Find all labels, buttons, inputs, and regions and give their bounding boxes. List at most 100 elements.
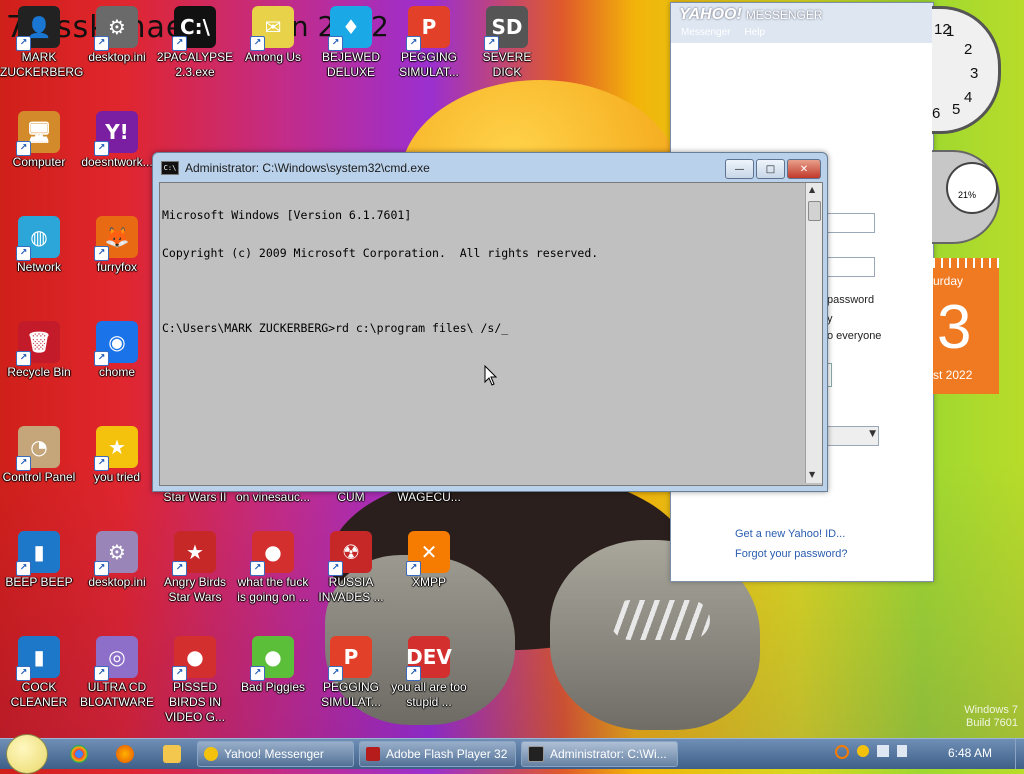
desktop-icon-label: XMPP [411, 575, 446, 589]
system-tray [835, 745, 907, 759]
yahoo-menu-help[interactable]: Help [744, 27, 765, 43]
desktop-icon[interactable]: 🗑 ↗ Recycle Bin [0, 321, 78, 380]
yahoo-menu-messenger[interactable]: Messenger [681, 27, 730, 43]
cpu-dial [946, 162, 998, 214]
shortcut-arrow-icon: ↗ [328, 36, 343, 51]
yahoo-invisible-text: o everyone [827, 330, 882, 342]
network-icon[interactable] [877, 745, 889, 757]
desktop-icon-image: ✕ ↗ [406, 531, 450, 576]
desktop-icon-image: ● ↗ [250, 531, 294, 576]
scroll-up-icon[interactable]: ▲ [809, 185, 815, 194]
desktop-icon[interactable]: ● ↗ PISSED BIRDS IN VIDEO G... [156, 636, 234, 725]
desktop-icon[interactable]: P ↗ PEGGING SIMULAT... [390, 6, 468, 80]
flash-icon [366, 747, 380, 761]
desktop-icon-label: SEVERE DICK [482, 50, 532, 79]
desktop-icon[interactable]: 👤 ↗ MARK ZUCKERBERG [0, 6, 83, 80]
start-button[interactable] [6, 734, 48, 774]
desktop-icon[interactable]: WAGECU... [390, 490, 468, 505]
scroll-down-icon[interactable]: ▼ [809, 470, 815, 479]
desktop-icon[interactable]: C:\ ↗ 2PACALYPSE 2.3.exe [156, 6, 234, 80]
search-icon[interactable] [835, 745, 849, 759]
desktop-icon-label: Network [16, 260, 61, 274]
yahoo-status-dropdown[interactable]: ▼ [827, 426, 879, 446]
desktop-icon[interactable]: ● ↗ what the fuck is going on ... [234, 531, 312, 605]
cmd-output[interactable]: Microsoft Windows [Version 6.1.7601] Cop… [162, 184, 598, 359]
shortcut-arrow-icon: ↗ [250, 666, 265, 681]
desktop-icon-label: COCK CLEANER [10, 680, 68, 709]
desktop-icon[interactable]: ▮ ↗ COCK CLEANER [0, 636, 78, 710]
taskbar-yahoo-button[interactable]: Yahoo! Messenger [197, 741, 354, 767]
yahoo-title-bar[interactable]: YAHOO! MESSENGER [671, 3, 933, 27]
shortcut-arrow-icon: ↗ [250, 561, 265, 576]
desktop-icon[interactable]: Star Wars II [156, 490, 234, 505]
yahoo-new-id-link[interactable]: Get a new Yahoo! ID... [735, 528, 845, 540]
desktop-icon[interactable]: CUM [312, 490, 390, 505]
desktop-icon[interactable]: P ↗ PEGGING SIMULAT... [312, 636, 390, 710]
calendar-gadget[interactable]: urday 3 st 2022 [933, 258, 999, 394]
folder-icon[interactable] [163, 745, 181, 763]
calendar-month: st 2022 [933, 368, 973, 382]
desktop-icon-image: ⚙ ↗ [94, 6, 138, 51]
desktop-icon-label: BEJEWED DELUXE [321, 50, 380, 79]
shortcut-arrow-icon: ↗ [16, 561, 31, 576]
minimize-button[interactable]: — [725, 159, 754, 179]
desktop-icon[interactable]: ⚙ ↗ desktop.ini [78, 6, 156, 65]
taskbar-cmd-button[interactable]: Administrator: C:\Wi... [521, 741, 678, 767]
desktop-icon[interactable]: ● ↗ Bad Piggies [234, 636, 312, 695]
desktop-icon[interactable]: SD ↗ SEVERE DICK [468, 6, 546, 80]
cmd-window[interactable]: C:\ Administrator: C:\Windows\system32\c… [152, 152, 828, 492]
mouse-cursor-icon [484, 365, 498, 386]
cpu-percent: 21% [958, 190, 977, 200]
desktop-icon[interactable]: 🖥 ↗ Computer [0, 111, 78, 170]
watermark-line: Build 7601 [966, 717, 1018, 729]
desktop-icon[interactable]: on vinesauc... [234, 490, 312, 505]
desktop-icon[interactable]: ◉ ↗ chome [78, 321, 156, 380]
desktop-icon[interactable]: ◎ ↗ ULTRA CD BLOATWARE [78, 636, 156, 710]
desktop-icon[interactable]: ☢ ↗ RUSSIA INVADES ... [312, 531, 390, 605]
desktop-icon[interactable]: ◍ ↗ Network [0, 216, 78, 275]
desktop-icon[interactable]: ✕ ↗ XMPP [390, 531, 468, 590]
cmd-console[interactable]: Microsoft Windows [Version 6.1.7601] Cop… [159, 182, 823, 486]
shortcut-arrow-icon: ↗ [328, 666, 343, 681]
desktop-icon[interactable]: 🦊 ↗ furryfox [78, 216, 156, 275]
clock-number: 3 [970, 65, 979, 82]
shortcut-arrow-icon: ↗ [16, 141, 31, 156]
desktop-icon[interactable]: ★ ↗ you tried [78, 426, 156, 485]
desktop-icon[interactable]: ▮ ↗ BEEP BEEP [0, 531, 78, 590]
taskbar-button-label: Yahoo! Messenger [224, 747, 324, 761]
chrome-icon[interactable] [70, 745, 88, 763]
desktop-icon-image: ● ↗ [172, 636, 216, 681]
taskbar-clock[interactable]: 6:48 AM [948, 746, 992, 760]
desktop-icon[interactable]: DEV ↗ you all are too stupid ... [390, 636, 468, 710]
yahoo-password-field[interactable] [825, 257, 875, 277]
cmd-scrollbar[interactable]: ▲ ▼ [805, 183, 822, 483]
messenger-tray-icon[interactable] [857, 745, 869, 757]
cmd-line: Copyright (c) 2009 Microsoft Corporation… [162, 245, 599, 260]
shortcut-arrow-icon: ↗ [172, 36, 187, 51]
maximize-button[interactable]: □ [756, 159, 785, 179]
taskbar-flash-button[interactable]: Adobe Flash Player 32 [359, 741, 516, 767]
desktop-icon[interactable]: ★ ↗ Angry Birds Star Wars [156, 531, 234, 605]
yahoo-brand: YAHOO! [679, 6, 742, 23]
desktop-icon-label: on vinesauc... [235, 490, 311, 504]
volume-icon[interactable] [897, 745, 907, 757]
scrollbar-thumb[interactable] [808, 201, 821, 221]
yahoo-id-field[interactable] [825, 213, 875, 233]
desktop-icon[interactable]: ♦ ↗ BEJEWED DELUXE [312, 6, 390, 80]
cmd-icon [528, 746, 544, 762]
desktop-icon[interactable]: ◔ ↗ Control Panel [0, 426, 78, 485]
desktop-icon-image: 🗑 ↗ [16, 321, 60, 366]
clock-number: 4 [964, 89, 973, 106]
desktop-icon-image: ☢ ↗ [328, 531, 372, 576]
close-button[interactable]: ✕ [787, 159, 821, 179]
desktop-icon[interactable]: ⚙ ↗ desktop.ini [78, 531, 156, 590]
show-desktop-button[interactable] [1015, 739, 1024, 769]
desktop-icon-label: CUM [337, 490, 365, 504]
shortcut-arrow-icon: ↗ [94, 351, 109, 366]
yahoo-forgot-password-link[interactable]: Forgot your password? [735, 548, 848, 560]
firefox-icon[interactable] [116, 745, 134, 763]
desktop-icon-image: 🖥 ↗ [16, 111, 60, 156]
shortcut-arrow-icon: ↗ [406, 666, 421, 681]
desktop-icon[interactable]: ✉ ↗ Among Us [234, 6, 312, 65]
desktop-icon[interactable]: Y! ↗ doesntwork... [78, 111, 156, 170]
